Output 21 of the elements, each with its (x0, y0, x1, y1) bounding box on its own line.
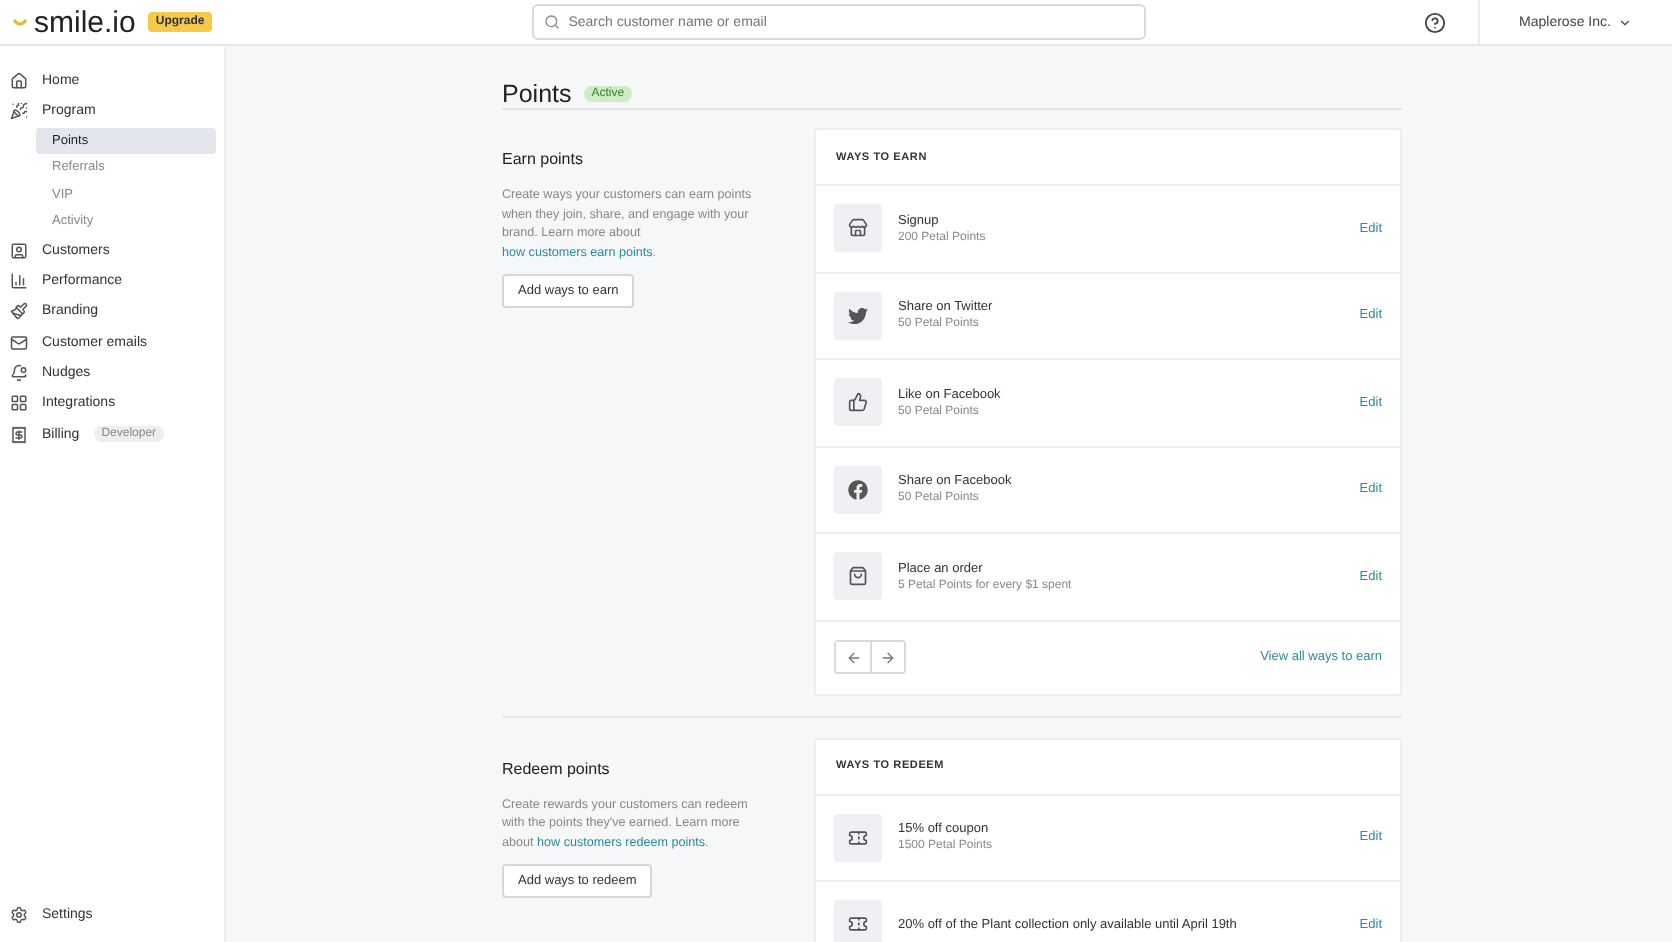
shopping-bag-icon (848, 566, 868, 587)
arrow-left-icon (845, 649, 861, 665)
smile-logo-icon (12, 17, 28, 27)
thumbs-up-icon (848, 392, 868, 413)
logo-text: smile.io (34, 5, 136, 39)
help-icon[interactable] (1424, 11, 1446, 33)
emails-icon (10, 333, 28, 352)
next-button[interactable] (870, 642, 904, 672)
ticket-icon (848, 827, 868, 848)
store-icon (848, 218, 868, 239)
section-heading: Earn points (502, 150, 583, 168)
settings-icon (10, 905, 28, 924)
arrow-right-icon (880, 649, 896, 665)
facebook-icon (848, 479, 868, 500)
page-title: Points (502, 80, 572, 108)
search-icon (544, 14, 561, 30)
chevron-down-icon (1618, 15, 1633, 29)
bird-icon (848, 305, 868, 326)
ticket-icon (848, 914, 868, 935)
home-icon (10, 72, 28, 91)
section-heading: Redeem points (502, 759, 610, 777)
